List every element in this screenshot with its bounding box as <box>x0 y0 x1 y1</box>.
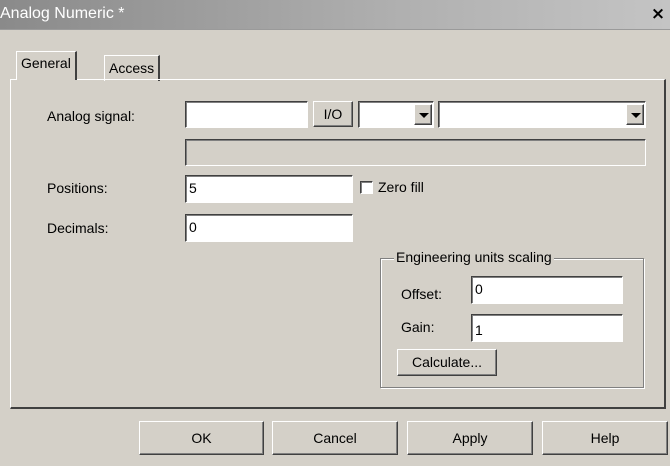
chevron-down-icon[interactable] <box>626 104 644 125</box>
decimals-label: Decimals: <box>47 220 109 236</box>
ok-button[interactable]: OK <box>139 421 264 455</box>
analog-signal-input[interactable] <box>185 101 308 128</box>
signal-select-dropdown[interactable] <box>438 101 646 128</box>
title-bar: Analog Numeric * × <box>0 0 670 30</box>
offset-input[interactable]: 0 <box>471 276 623 304</box>
signal-type-dropdown[interactable] <box>358 101 434 128</box>
zero-fill-checkbox[interactable] <box>360 181 373 194</box>
gain-label: Gain: <box>401 319 435 335</box>
help-button[interactable]: Help <box>542 421 668 455</box>
chevron-down-icon[interactable] <box>414 104 432 125</box>
io-button[interactable]: I/O <box>313 101 353 127</box>
engineering-units-group-label: Engineering units scaling <box>394 249 554 265</box>
analog-signal-label: Analog signal: <box>47 108 135 124</box>
tab-general[interactable]: General <box>16 51 77 80</box>
positions-label: Positions: <box>47 180 108 196</box>
decimals-input[interactable]: 0 <box>185 214 353 242</box>
close-icon[interactable]: × <box>649 4 667 24</box>
apply-button[interactable]: Apply <box>407 421 533 455</box>
zero-fill-label: Zero fill <box>378 179 424 195</box>
cancel-button[interactable]: Cancel <box>272 421 398 455</box>
offset-label: Offset: <box>401 286 442 302</box>
tab-access[interactable]: Access <box>104 55 161 81</box>
positions-input[interactable]: 5 <box>185 175 353 203</box>
calculate-button[interactable]: Calculate... <box>397 349 497 376</box>
window-title: Analog Numeric * <box>0 5 125 22</box>
gain-input[interactable]: 1 <box>471 314 623 342</box>
signal-description-field <box>185 139 646 166</box>
